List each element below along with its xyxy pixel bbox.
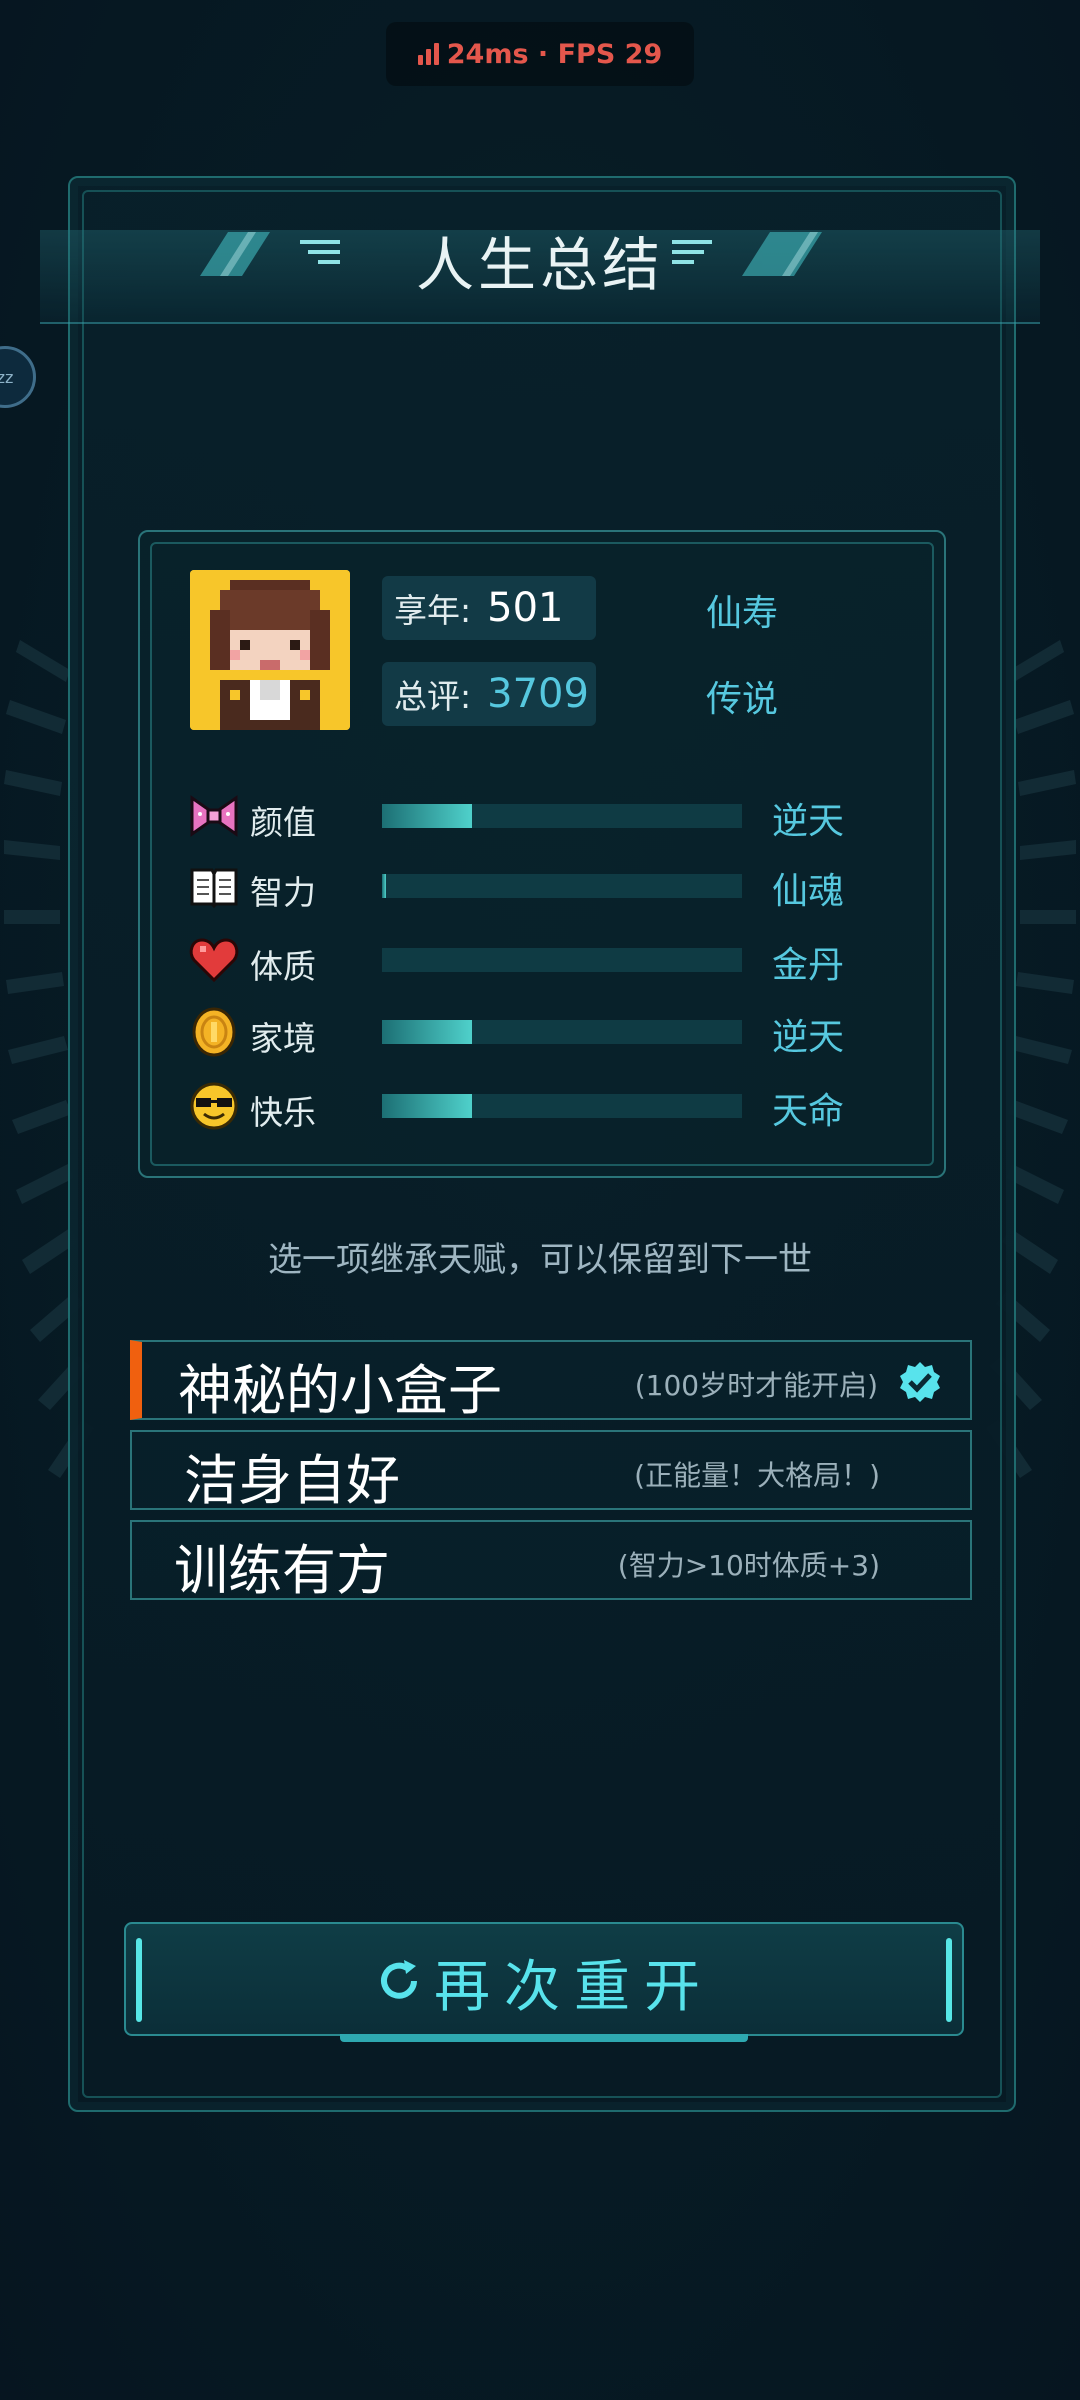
score-grade: 传说: [706, 679, 779, 720]
restart-label: 再次重开: [434, 1955, 714, 2020]
heart-icon: [189, 938, 239, 983]
talent-description: (正能量！大格局！): [634, 1459, 880, 1492]
talent-description: (100岁时才能开启): [634, 1369, 878, 1402]
attribute-row-happiness: 快乐 天命: [188, 1078, 848, 1134]
attribute-name: 体质: [250, 947, 316, 986]
score-stat: 总评: 3709: [382, 662, 596, 726]
performance-indicator: 24ms · FPS 29: [386, 22, 694, 86]
talent-option-3[interactable]: 训练有方 (智力>10时体质+3): [130, 1520, 972, 1602]
attribute-level: 逆天: [772, 1017, 845, 1058]
attribute-row-constitution: 体质 金丹: [188, 932, 848, 988]
attribute-level: 金丹: [772, 945, 845, 986]
check-badge-icon: [900, 1362, 940, 1402]
coin-icon: [192, 1007, 236, 1057]
pixel-character-icon: [190, 570, 350, 730]
attribute-row-appearance: 颜值 逆天: [188, 788, 848, 844]
attribute-row-family: 家境 逆天: [188, 1004, 848, 1060]
attribute-level: 天命: [772, 1091, 845, 1132]
attribute-name: 智力: [250, 873, 316, 912]
attribute-bar: [382, 1020, 742, 1044]
signal-icon: [417, 43, 439, 65]
age-value: 501: [487, 585, 564, 631]
attribute-name: 家境: [250, 1019, 316, 1058]
book-icon: [190, 868, 238, 909]
inherit-hint: 选一项继承天赋，可以保留到下一世: [268, 1240, 812, 1280]
restart-button[interactable]: 再次重开: [124, 1922, 964, 2042]
attribute-bar: [382, 874, 742, 898]
bow-icon: [190, 795, 238, 837]
page-title: 人生总结: [415, 231, 664, 299]
attribute-level: 逆天: [772, 801, 845, 842]
sunglasses-face-icon: [190, 1082, 238, 1130]
age-grade: 仙寿: [706, 593, 779, 634]
talent-option-1[interactable]: 神秘的小盒子 (100岁时才能开启): [130, 1340, 972, 1422]
attribute-level: 仙魂: [772, 871, 845, 912]
talent-description: (智力>10时体质+3): [617, 1549, 880, 1582]
attribute-bar: [382, 948, 742, 972]
age-stat: 享年: 501: [382, 576, 596, 640]
score-value: 3709: [487, 671, 589, 717]
age-label: 享年:: [394, 591, 472, 630]
talent-name: 训练有方: [174, 1539, 390, 1602]
attribute-name: 快乐: [250, 1093, 316, 1132]
talent-name: 洁身自好: [184, 1449, 400, 1512]
perf-text: 24ms · FPS 29: [446, 38, 663, 70]
attribute-bar: [382, 804, 742, 828]
talent-option-2[interactable]: 洁身自好 (正能量！大格局！): [130, 1430, 972, 1512]
score-label: 总评:: [394, 677, 472, 716]
bubble-text: zz: [0, 367, 14, 387]
attribute-bar: [382, 1094, 742, 1118]
attribute-row-intelligence: 智力 仙魂: [188, 858, 848, 914]
attribute-name: 颜值: [250, 803, 316, 842]
talent-name: 神秘的小盒子: [178, 1359, 502, 1422]
character-avatar: [190, 570, 350, 730]
